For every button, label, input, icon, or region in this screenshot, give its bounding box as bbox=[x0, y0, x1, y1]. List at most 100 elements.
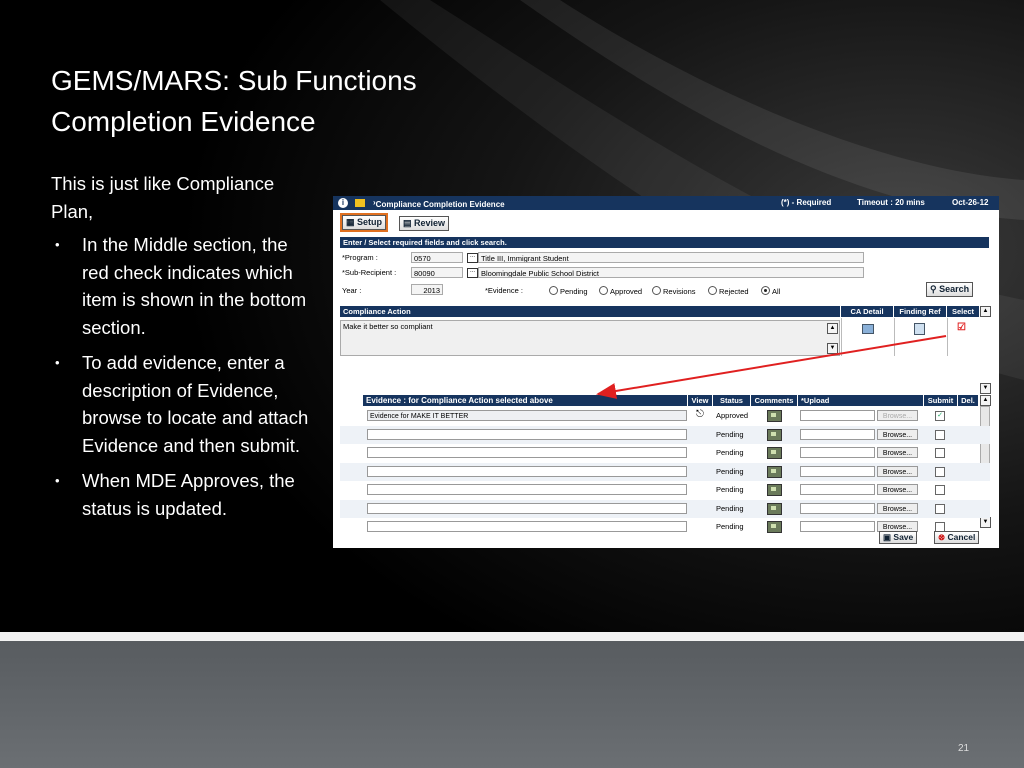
submit-checkbox[interactable] bbox=[935, 448, 945, 458]
info-icon[interactable]: i bbox=[338, 198, 348, 208]
finding-ref-icon[interactable] bbox=[914, 323, 925, 335]
radio-pending[interactable] bbox=[549, 286, 558, 295]
comments-column-header: Comments bbox=[751, 395, 797, 406]
upload-path-input[interactable] bbox=[800, 447, 875, 458]
evidence-description-input[interactable] bbox=[367, 429, 687, 440]
comments-icon[interactable] bbox=[767, 503, 782, 515]
required-note: (*) - Required bbox=[781, 198, 832, 207]
radio-revisions[interactable] bbox=[652, 286, 661, 295]
finding-ref-header: Finding Ref bbox=[894, 306, 946, 317]
evidence-description-input[interactable]: Evidence for MAKE IT BETTER bbox=[367, 410, 687, 421]
slide-footer-band bbox=[0, 641, 1024, 768]
title-line-2: Completion Evidence bbox=[51, 106, 316, 137]
status-text: Pending bbox=[716, 485, 744, 494]
submit-checkbox[interactable] bbox=[935, 430, 945, 440]
save-icon: ▣ bbox=[883, 532, 892, 542]
year-field[interactable]: 2013 bbox=[411, 284, 443, 295]
upload-path-input[interactable] bbox=[800, 429, 875, 440]
red-check-icon[interactable]: ☑ bbox=[957, 322, 966, 333]
table-row: Evidence for MAKE IT BETTER ⎋ Approved Brow… bbox=[340, 407, 990, 425]
program-label: *Program : bbox=[342, 253, 378, 262]
radio-all[interactable] bbox=[761, 286, 770, 295]
status-text: Approved bbox=[716, 411, 749, 420]
slide-title: GEMS/MARS: Sub Functions Completion Evid… bbox=[51, 60, 511, 142]
evidence-description-input[interactable] bbox=[367, 521, 687, 532]
breadcrumb: › Compliance Completion Evidence bbox=[373, 198, 505, 209]
ca-detail-icon[interactable] bbox=[862, 324, 874, 334]
scroll-up-icon[interactable]: ▲ bbox=[980, 306, 991, 317]
upload-column-header: *Upload bbox=[798, 395, 923, 406]
upload-path-input[interactable] bbox=[800, 503, 875, 514]
cancel-button[interactable]: ⊗ Cancel bbox=[934, 531, 980, 544]
evidence-description-input[interactable] bbox=[367, 447, 687, 458]
grid-scroll-up-icon[interactable]: ▲ bbox=[980, 395, 991, 406]
submit-column-header: Submit bbox=[924, 395, 957, 406]
year-label: Year : bbox=[342, 286, 362, 295]
slide-divider bbox=[0, 632, 1024, 641]
subrecipient-code-field[interactable]: 80090 bbox=[411, 267, 463, 278]
upload-path-input[interactable] bbox=[800, 466, 875, 477]
browse-button[interactable]: Browse... bbox=[877, 447, 918, 458]
delete-column-header: Del. bbox=[958, 395, 978, 406]
comments-icon[interactable] bbox=[767, 466, 782, 478]
compliance-action-header: Compliance Action bbox=[340, 306, 840, 317]
browse-button[interactable]: Browse... bbox=[877, 466, 918, 477]
evidence-description-input[interactable] bbox=[367, 484, 687, 495]
ca-detail-header: CA Detail bbox=[841, 306, 893, 317]
evidence-grid-header: Evidence : for Compliance Action selecte… bbox=[363, 395, 687, 406]
upload-path-input[interactable] bbox=[800, 521, 875, 532]
upload-path-input[interactable] bbox=[800, 484, 875, 495]
bullet-item: • To add evidence, enter a description of… bbox=[51, 349, 311, 459]
grid-divider bbox=[841, 318, 842, 356]
subrecipient-lookup-button[interactable]: ... bbox=[467, 268, 478, 278]
comments-icon[interactable] bbox=[767, 521, 782, 533]
submit-checkbox[interactable] bbox=[935, 485, 945, 495]
bullet-list: • In the Middle section, the red check in… bbox=[51, 231, 311, 522]
browse-button[interactable]: Browse... bbox=[877, 429, 918, 440]
status-text: Pending bbox=[716, 430, 744, 439]
comments-icon[interactable] bbox=[767, 447, 782, 459]
subrecipient-name-field: Bloomingdale Public School District bbox=[478, 267, 864, 278]
review-button[interactable]: ▤ Review bbox=[399, 216, 450, 231]
slide-body: This is just like Compliance Plan, • In t… bbox=[51, 170, 311, 530]
status-text: Pending bbox=[716, 522, 744, 531]
program-code-field[interactable]: 0570 bbox=[411, 252, 463, 263]
evidence-label: *Evidence : bbox=[485, 286, 523, 295]
submit-checkbox[interactable] bbox=[935, 504, 945, 514]
bullet-glyph: • bbox=[55, 237, 60, 252]
bullet-item: • In the Middle section, the red check in… bbox=[51, 231, 311, 341]
subrecipient-label: *Sub-Recipient : bbox=[342, 268, 397, 277]
status-text: Pending bbox=[716, 504, 744, 513]
comments-icon[interactable] bbox=[767, 429, 782, 441]
search-button[interactable]: ⚲ Search bbox=[926, 282, 974, 297]
comments-icon[interactable] bbox=[767, 410, 782, 422]
setup-button[interactable]: ▦ Setup bbox=[339, 213, 389, 232]
bullet-glyph: • bbox=[55, 473, 60, 488]
paperclip-icon[interactable]: ⎋ bbox=[696, 409, 704, 420]
date-text: Oct-26-12 bbox=[952, 198, 989, 207]
evidence-description-input[interactable] bbox=[367, 466, 687, 477]
text-scroll-up-icon[interactable]: ▲ bbox=[827, 323, 838, 334]
status-text: Pending bbox=[716, 448, 744, 457]
browse-button[interactable]: Browse... bbox=[877, 410, 918, 421]
evidence-description-input[interactable] bbox=[367, 503, 687, 514]
book-icon[interactable] bbox=[355, 199, 365, 207]
text-scroll-down-icon[interactable]: ▼ bbox=[827, 343, 838, 354]
compliance-action-text: Make it better so compliant bbox=[340, 320, 840, 356]
submit-checkbox[interactable] bbox=[935, 467, 945, 477]
save-button[interactable]: ▣ Save bbox=[879, 531, 918, 544]
upload-path-input[interactable] bbox=[800, 410, 875, 421]
browse-button[interactable]: Browse... bbox=[877, 503, 918, 514]
table-row: Pending Browse... bbox=[340, 426, 990, 444]
radio-approved[interactable] bbox=[599, 286, 608, 295]
scroll-down-icon[interactable]: ▼ bbox=[980, 383, 991, 394]
radio-rejected[interactable] bbox=[708, 286, 717, 295]
browse-button[interactable]: Browse... bbox=[877, 484, 918, 495]
grid-divider bbox=[947, 318, 948, 356]
comments-icon[interactable] bbox=[767, 484, 782, 496]
view-column-header: View bbox=[688, 395, 712, 406]
title-line-1: GEMS/MARS: Sub Functions bbox=[51, 65, 417, 96]
submit-checkbox[interactable]: ✓ bbox=[935, 411, 945, 421]
app-top-bar: i › Compliance Completion Evidence (*) -… bbox=[333, 196, 999, 210]
program-lookup-button[interactable]: ... bbox=[467, 253, 478, 263]
